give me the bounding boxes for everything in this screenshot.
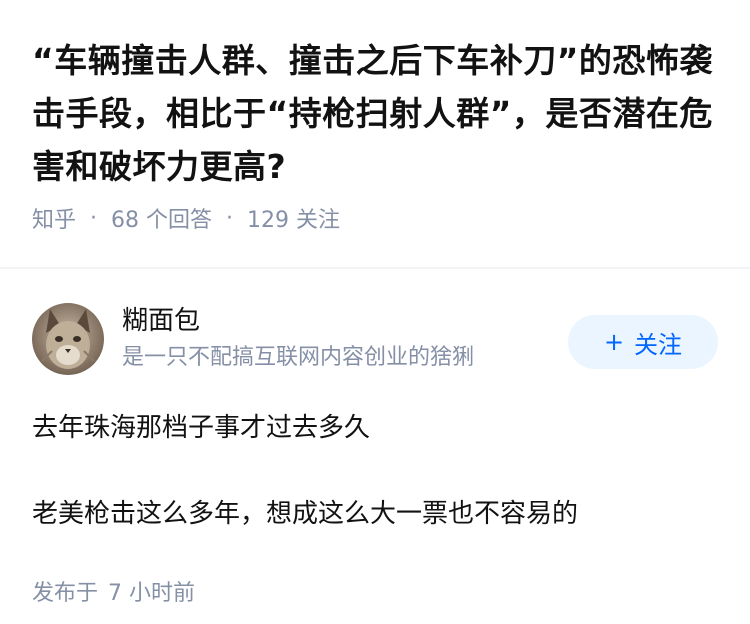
publish-time: 7 小时前 [108,581,196,606]
author-info: 糊面包 是一只不配搞互联网内容创业的猞猁 [122,304,556,374]
answer-content: 去年珠海那档子事才过去多久 老美枪击这么多年，想成这么大一票也不容易的 发布于 7… [0,408,750,610]
source-label[interactable]: 知乎 [32,202,76,234]
author-avatar[interactable] [32,303,104,375]
plus-icon: + [603,328,625,356]
publish-label: 发布于 [32,581,99,606]
followers-count[interactable]: 129 关注 [247,202,340,234]
author-row: 糊面包 是一只不配搞互联网内容创业的猞猁 + 关注 [0,269,750,377]
separator-dot: · [226,205,234,231]
lynx-avatar-icon [32,303,104,375]
author-bio: 是一只不配搞互联网内容创业的猞猁 [122,345,475,370]
answer-paragraph: 老美枪击这么多年，想成这么大一票也不容易的 [32,499,579,529]
question-meta: 知乎 · 68 个回答 · 129 关注 [32,202,718,234]
publish-info: 发布于 7 小时前 [32,578,718,610]
answer-paragraph: 去年珠海那档子事才过去多久 [32,413,371,443]
answers-count[interactable]: 68 个回答 [111,202,212,234]
question-header: “车辆撞击人群、撞击之后下车补刀”的恐怖袭击手段，相比于“持枪扫射人群”，是否潜… [0,0,750,233]
question-title[interactable]: “车辆撞击人群、撞击之后下车补刀”的恐怖袭击手段，相比于“持枪扫射人群”，是否潜… [32,34,718,193]
author-name[interactable]: 糊面包 [122,304,556,338]
separator-dot: · [90,205,98,231]
follow-button[interactable]: + 关注 [568,315,718,369]
follow-label: 关注 [634,330,683,359]
